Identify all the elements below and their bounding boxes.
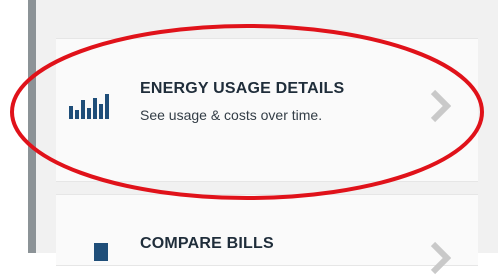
bar-chart-icon xyxy=(69,94,109,119)
energy-usage-details-subtitle: See usage & costs over time. xyxy=(140,107,323,123)
left-border-bar xyxy=(28,0,36,253)
chevron-right-icon xyxy=(430,89,451,123)
bill-icon xyxy=(94,243,108,261)
chevron-right-icon xyxy=(430,241,451,275)
compare-bills-card[interactable]: COMPARE BILLS xyxy=(56,194,478,275)
compare-bills-title: COMPARE BILLS xyxy=(140,235,274,252)
energy-usage-details-title: ENERGY USAGE DETAILS xyxy=(140,80,345,97)
energy-usage-details-card[interactable]: ENERGY USAGE DETAILS See usage & costs o… xyxy=(56,38,478,182)
